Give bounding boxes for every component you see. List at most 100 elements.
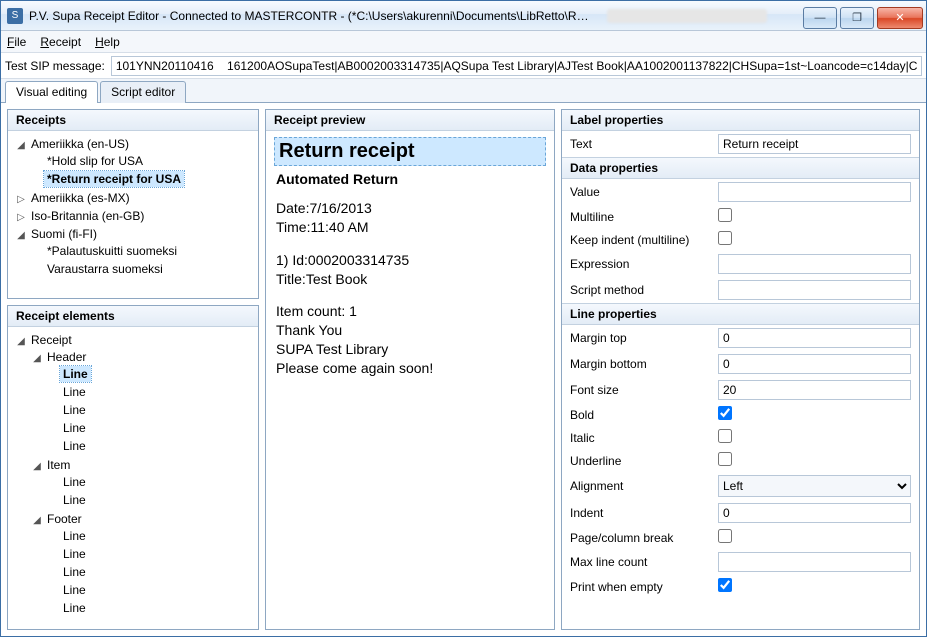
tree-node-receipt-selected[interactable]: *Return receipt for USA	[44, 171, 184, 187]
tree-toggle-icon[interactable]: ◢	[16, 140, 26, 151]
tree-toggle-icon[interactable]: ◢	[16, 336, 26, 347]
prop-italic-checkbox[interactable]	[718, 429, 732, 443]
tree-toggle-icon[interactable]: ◢	[32, 515, 42, 526]
app-icon: S	[7, 8, 23, 24]
prop-margintop-input[interactable]	[718, 328, 911, 348]
window-title: P.V. Supa Receipt Editor - Connected to …	[29, 9, 589, 23]
sip-input[interactable]	[111, 56, 922, 76]
prop-bold-label: Bold	[570, 408, 710, 422]
tree-toggle-icon[interactable]: ▷	[16, 194, 26, 205]
titlebar-blur	[607, 9, 767, 23]
receipts-tree[interactable]: ◢Ameriikka (en-US) *Hold slip for USA *R…	[8, 131, 258, 298]
preview-selected-line[interactable]: Return receipt	[274, 137, 546, 166]
panel-elements: Receipt elements ◢Receipt ◢Header Line L…	[7, 305, 259, 630]
menu-help[interactable]: Help	[95, 35, 120, 49]
prop-marginbottom-label: Margin bottom	[570, 357, 710, 371]
prop-maxlinecount-input[interactable]	[718, 552, 911, 572]
prop-fontsize-input[interactable]	[718, 380, 911, 400]
prop-scriptmethod-label: Script method	[570, 283, 710, 297]
tree-node-locale[interactable]: Ameriikka (es-MX)	[28, 190, 133, 206]
prop-multiline-checkbox[interactable]	[718, 208, 732, 222]
tree-toggle-icon[interactable]: ◢	[32, 353, 42, 364]
tab-visual-editing[interactable]: Visual editing	[5, 81, 98, 103]
tree-node-line[interactable]: Line	[60, 420, 89, 436]
preview-item-id: 1) Id:0002003314735	[276, 251, 544, 270]
prop-margintop-label: Margin top	[570, 331, 710, 345]
tree-node-locale[interactable]: Suomi (fi-FI)	[28, 226, 100, 242]
panel-properties-header: Label properties	[562, 110, 919, 131]
sip-label: Test SIP message:	[5, 59, 105, 73]
tree-node-item[interactable]: Item	[44, 457, 73, 473]
prop-expression-input[interactable]	[718, 254, 911, 274]
minimize-button[interactable]: —	[803, 7, 837, 29]
maximize-button[interactable]: ❐	[840, 7, 874, 29]
prop-italic-label: Italic	[570, 431, 710, 445]
app-window: S P.V. Supa Receipt Editor - Connected t…	[0, 0, 927, 637]
prop-text-label: Text	[570, 137, 710, 151]
tree-node-receipt[interactable]: Varaustarra suomeksi	[44, 261, 166, 277]
preview-title: Return receipt	[279, 140, 541, 163]
tree-node-receipt[interactable]: *Palautuskuitti suomeksi	[44, 243, 180, 259]
panel-preview-header: Receipt preview	[266, 110, 554, 131]
tree-toggle-icon[interactable]: ◢	[16, 230, 26, 241]
preview-time-label: Time:	[276, 219, 310, 235]
tree-node-line[interactable]: Line	[60, 600, 89, 616]
tree-node-line[interactable]: Line	[60, 564, 89, 580]
prop-marginbottom-input[interactable]	[718, 354, 911, 374]
tree-node-line[interactable]: Line	[60, 438, 89, 454]
close-button[interactable]: ✕	[877, 7, 923, 29]
tree-toggle-icon[interactable]: ▷	[16, 212, 26, 223]
menu-receipt[interactable]: Receipt	[40, 35, 81, 49]
elements-tree[interactable]: ◢Receipt ◢Header Line Line Line Line Lin…	[8, 327, 258, 629]
workarea: Receipts ◢Ameriikka (en-US) *Hold slip f…	[1, 103, 926, 636]
prop-text-input[interactable]	[718, 134, 911, 154]
prop-indent-input[interactable]	[718, 503, 911, 523]
panel-properties: Label properties Text Data properties Va…	[561, 109, 920, 630]
sip-row: Test SIP message:	[1, 53, 926, 79]
tree-node-receipt-root[interactable]: Receipt	[28, 332, 75, 348]
tree-toggle-icon[interactable]: ◢	[32, 461, 42, 472]
tree-node-line-selected[interactable]: Line	[60, 366, 91, 382]
tree-node-line[interactable]: Line	[60, 492, 89, 508]
preview-subtitle: Automated Return	[276, 170, 544, 189]
tree-node-line[interactable]: Line	[60, 384, 89, 400]
tree-node-line[interactable]: Line	[60, 474, 89, 490]
prop-value-input[interactable]	[718, 182, 911, 202]
prop-underline-checkbox[interactable]	[718, 452, 732, 466]
tree-node-line[interactable]: Line	[60, 546, 89, 562]
menu-file[interactable]: File	[7, 35, 26, 49]
prop-keepindent-label: Keep indent (multiline)	[570, 233, 710, 247]
prop-pagebreak-checkbox[interactable]	[718, 529, 732, 543]
preview-thank-you: Thank You	[276, 321, 544, 340]
titlebar[interactable]: S P.V. Supa Receipt Editor - Connected t…	[1, 1, 926, 31]
preview-time-value: 11:40 AM	[310, 219, 368, 235]
prop-printwhenempty-label: Print when empty	[570, 580, 710, 594]
prop-multiline-label: Multiline	[570, 210, 710, 224]
preview-date-value: 7/16/2013	[309, 200, 371, 216]
prop-printwhenempty-checkbox[interactable]	[718, 578, 732, 592]
prop-alignment-select[interactable]: Left	[718, 475, 911, 497]
prop-indent-label: Indent	[570, 506, 710, 520]
properties-body: Text Data properties Value Multiline Kee…	[562, 131, 919, 629]
prop-keepindent-checkbox[interactable]	[718, 231, 732, 245]
tree-node-footer[interactable]: Footer	[44, 511, 85, 527]
tree-node-line[interactable]: Line	[60, 582, 89, 598]
tree-node-header[interactable]: Header	[44, 349, 89, 365]
prop-pagebreak-label: Page/column break	[570, 531, 710, 545]
panel-receipts: Receipts ◢Ameriikka (en-US) *Hold slip f…	[7, 109, 259, 299]
tree-node-locale[interactable]: Iso-Britannia (en-GB)	[28, 208, 147, 224]
tree-node-locale[interactable]: Ameriikka (en-US)	[28, 136, 132, 152]
preview-date-label: Date:	[276, 200, 309, 216]
section-line-properties: Line properties	[562, 303, 919, 325]
tree-node-receipt[interactable]: *Hold slip for USA	[44, 153, 146, 169]
tab-script-editor[interactable]: Script editor	[100, 81, 186, 103]
prop-bold-checkbox[interactable]	[718, 406, 732, 420]
panel-preview: Receipt preview Return receipt Automated…	[265, 109, 555, 630]
prop-expression-label: Expression	[570, 257, 710, 271]
tree-node-line[interactable]: Line	[60, 528, 89, 544]
panel-elements-header: Receipt elements	[8, 306, 258, 327]
prop-scriptmethod-input[interactable]	[718, 280, 911, 300]
tree-node-line[interactable]: Line	[60, 402, 89, 418]
menubar: File Receipt Help	[1, 31, 926, 53]
prop-fontsize-label: Font size	[570, 383, 710, 397]
